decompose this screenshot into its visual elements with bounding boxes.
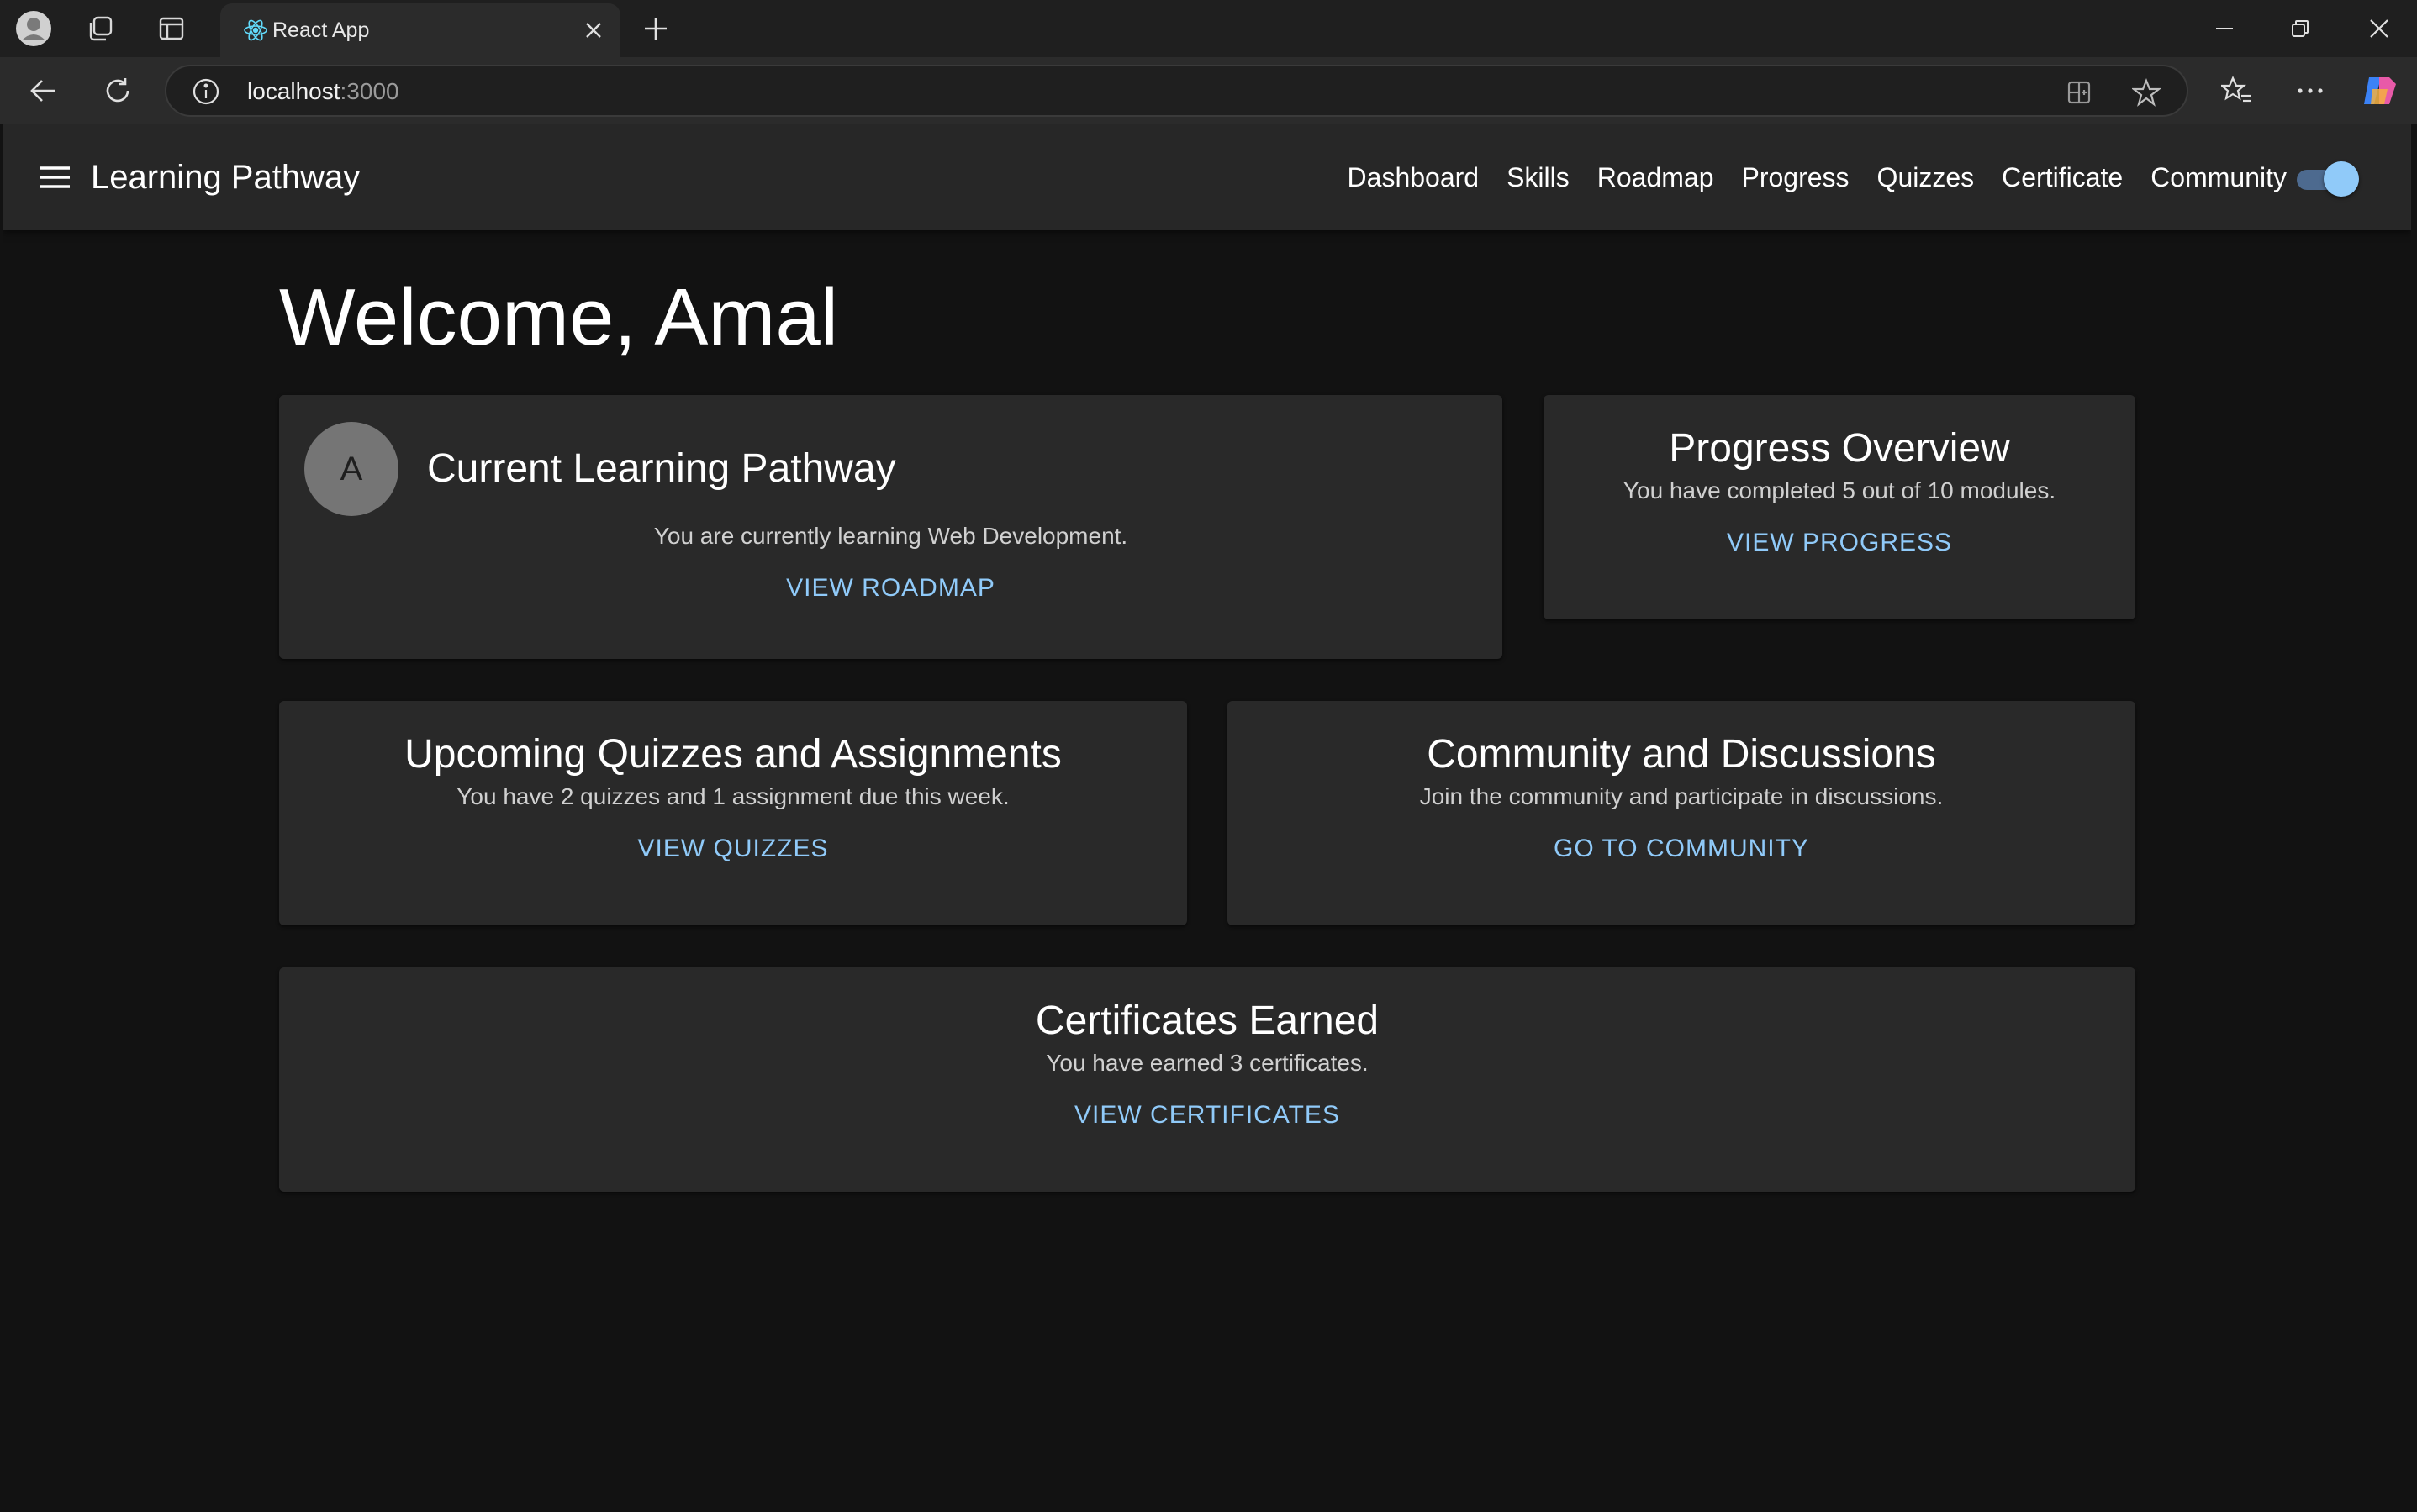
app-title: Learning Pathway [91,159,361,196]
profile-icon[interactable] [15,10,52,47]
community-text: Join the community and participate in di… [1419,783,1944,809]
workspaces-icon[interactable] [82,10,119,47]
restore-icon[interactable] [2280,8,2320,49]
view-roadmap-button[interactable]: VIEW ROADMAP [774,566,1007,610]
nav-quizzes[interactable]: Quizzes [1877,156,1975,198]
nav-certificate[interactable]: Certificate [2002,156,2123,198]
reload-icon[interactable] [98,71,138,111]
avatar: A [304,422,398,516]
community-card: Community and Discussions Join the commu… [1227,701,2135,925]
quizzes-card: Upcoming Quizzes and Assignments You hav… [279,701,1187,925]
community-title: Community and Discussions [1427,732,1936,777]
welcome-heading: Welcome, Amal [279,272,839,362]
quizzes-text: You have 2 quizzes and 1 assignment due … [456,783,1010,809]
progress-card: Progress Overview You have completed 5 o… [1544,395,2135,619]
pathway-card: A Current Learning Pathway You are curre… [279,395,1502,659]
nav-roadmap[interactable]: Roadmap [1597,156,1714,198]
back-icon[interactable] [24,71,64,111]
favorite-star-icon[interactable] [2130,76,2162,108]
page-viewport: Learning Pathway Dashboard Skills Roadma… [3,124,2411,1504]
split-screen-icon[interactable] [2063,76,2095,108]
pathway-title: Current Learning Pathway [427,446,896,491]
quizzes-title: Upcoming Quizzes and Assignments [404,732,1062,777]
more-options-icon[interactable] [2290,71,2330,111]
close-window-icon[interactable] [2359,8,2399,49]
browser-tab-active[interactable]: React App [220,3,620,57]
favorites-icon[interactable] [2216,71,2256,111]
address-bar[interactable]: localhost:3000 [165,65,2188,117]
view-certificates-button[interactable]: VIEW CERTIFICATES [1063,1093,1352,1137]
nav-dashboard[interactable]: Dashboard [1348,156,1480,198]
close-tab-icon[interactable] [578,15,609,45]
browser-tab-bar: React App [0,0,2417,57]
nav-skills[interactable]: Skills [1507,156,1570,198]
switch-thumb[interactable] [2324,161,2359,197]
copilot-icon[interactable] [2359,71,2399,111]
progress-title: Progress Overview [1669,426,2010,471]
new-tab-icon[interactable] [637,10,674,47]
certificates-text: You have earned 3 certificates. [1046,1050,1369,1076]
minimize-icon[interactable] [2204,8,2245,49]
hamburger-menu-icon[interactable] [35,158,74,197]
nav-community[interactable]: Community [2150,156,2287,198]
theme-toggle-switch[interactable] [2292,161,2359,197]
tab-actions-icon[interactable] [153,10,190,47]
pathway-text: You are currently learning Web Developme… [653,523,1128,549]
top-nav: Dashboard Skills Roadmap Progress Quizze… [1348,156,2287,198]
progress-text: You have completed 5 out of 10 modules. [1623,477,2056,503]
browser-toolbar: localhost:3000 [0,57,2417,124]
site-info-icon[interactable] [192,77,220,106]
react-logo-icon [242,17,269,44]
go-to-community-button[interactable]: GO TO COMMUNITY [1542,827,1821,871]
tab-title: React App [272,18,370,42]
url-text[interactable]: localhost:3000 [247,79,399,104]
certificates-title: Certificates Earned [1035,998,1380,1043]
view-progress-button[interactable]: VIEW PROGRESS [1715,521,1964,565]
nav-progress[interactable]: Progress [1742,156,1850,198]
certificates-card: Certificates Earned You have earned 3 ce… [279,967,2135,1192]
app-bar: Learning Pathway Dashboard Skills Roadma… [3,124,2411,230]
view-quizzes-button[interactable]: VIEW QUIZZES [625,827,840,871]
